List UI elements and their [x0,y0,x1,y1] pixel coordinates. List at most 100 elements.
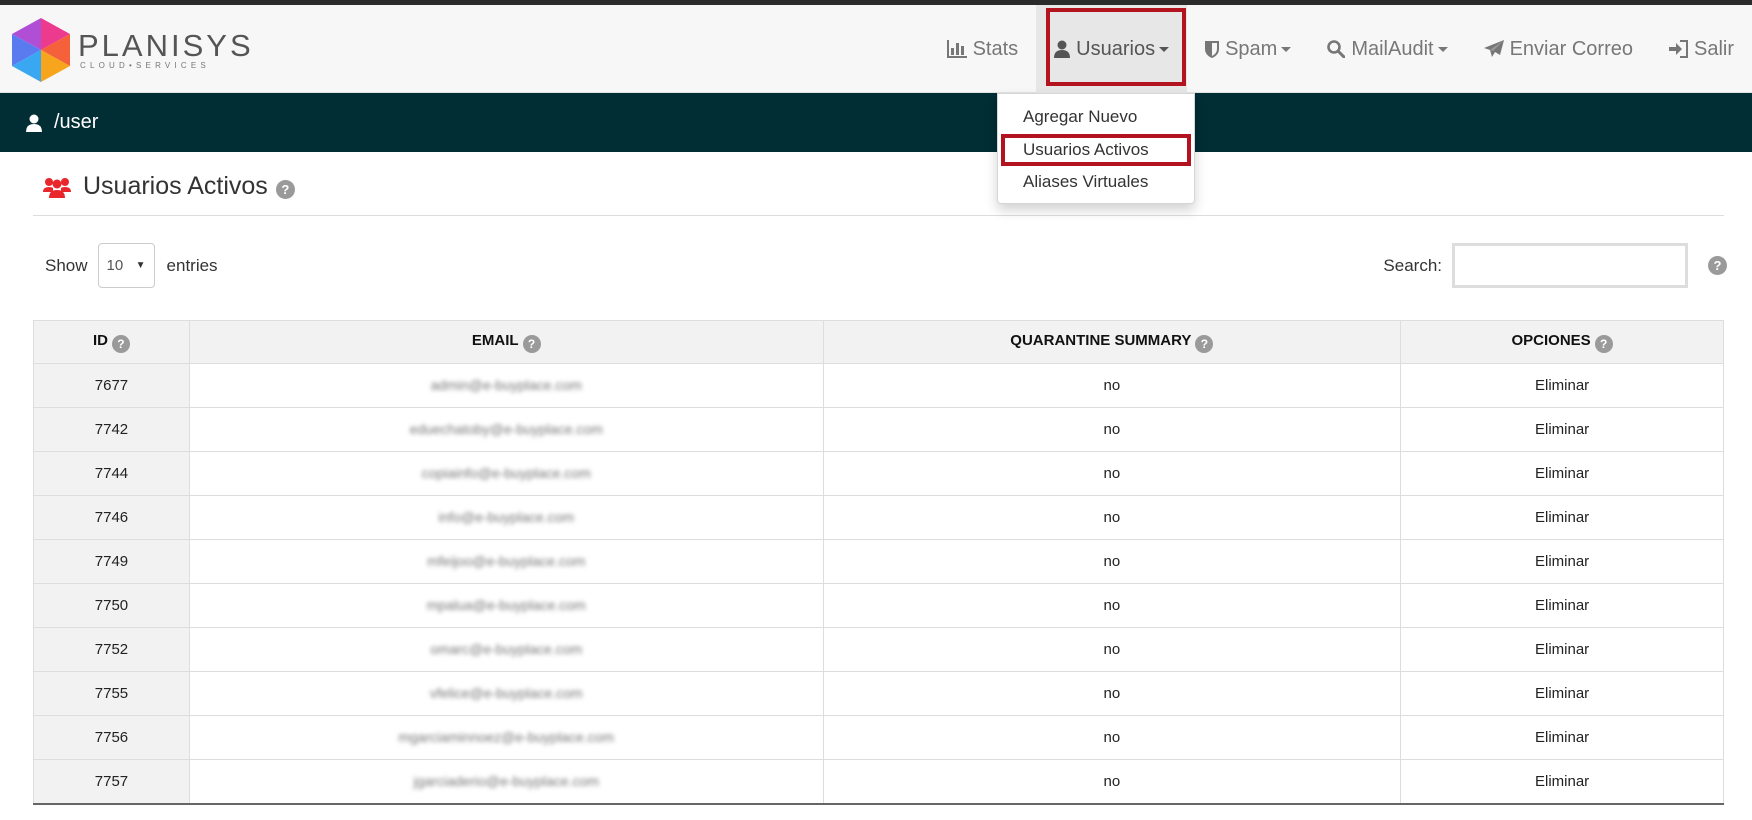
cell-id: 7750 [33,583,190,628]
nav-enviar-label: Enviar Correo [1509,37,1633,60]
table-row: 7746 info@e-buyplace.com no Eliminar [33,495,1724,540]
cell-email: eduechatoby@e-buyplace.com [188,407,824,452]
brand-logo[interactable]: PLANISYS CLOUD•SERVICES [12,18,254,82]
eliminar-link[interactable]: Eliminar [1400,363,1724,408]
user-icon [26,114,42,132]
table-row: 7744 copiainfo@e-buyplace.com no Eliminar [33,451,1724,496]
table-row: 7755 vfelice@e-buyplace.com no Eliminar [33,671,1724,716]
table-row: 7749 mfeijoo@e-buyplace.com no Eliminar [33,539,1724,584]
cell-quarantine: no [822,539,1402,584]
nav-stats[interactable]: Stats [929,5,1037,93]
eliminar-link[interactable]: Eliminar [1400,407,1724,452]
cell-quarantine: no [822,759,1402,805]
search-area: Search: ? [1383,243,1752,288]
cell-quarantine: no [822,671,1402,716]
help-icon[interactable]: ? [275,180,295,199]
nav-enviar-correo[interactable]: Enviar Correo [1466,5,1651,93]
shield-icon [1205,40,1220,58]
help-icon[interactable]: ? [1195,334,1214,353]
column-header-id[interactable]: ID? [33,320,190,364]
cell-email: mpalua@e-buyplace.com [188,583,824,628]
eliminar-link[interactable]: Eliminar [1400,759,1724,805]
show-label: Show [45,255,88,275]
show-entries: Show 10 ▼ entries [45,243,218,288]
page-title: Usuarios Activos [83,172,268,200]
nav-usuarios-label: Usuarios [1076,37,1156,60]
navbar: PLANISYS CLOUD•SERVICES Stats Usuarios S… [0,5,1752,93]
cell-quarantine: no [822,627,1402,672]
table-row: 7742 eduechatoby@e-buyplace.com no Eliminar [33,407,1724,452]
path-bar: /user [0,93,1752,152]
nav-spam[interactable]: Spam [1187,5,1309,93]
caret-down-icon [1281,46,1292,52]
entries-select[interactable]: 10 ▼ [97,243,155,288]
cell-quarantine: no [822,407,1402,452]
eliminar-link[interactable]: Eliminar [1400,583,1724,628]
cell-id: 7755 [33,671,190,716]
cell-id: 7757 [33,759,190,805]
eliminar-link[interactable]: Eliminar [1400,715,1724,760]
user-icon [1054,40,1071,58]
brand-name: PLANISYS [78,28,254,63]
menu-item-agregar-nuevo[interactable]: Agregar Nuevo [998,101,1194,134]
column-header-opciones[interactable]: OPCIONES? [1400,320,1724,364]
cell-email: vfelice@e-buyplace.com [188,671,824,716]
eliminar-link[interactable]: Eliminar [1400,539,1724,584]
cell-quarantine: no [822,363,1402,408]
cell-id: 7744 [33,451,190,496]
hexagon-logo-icon [12,18,70,82]
entries-label: entries [166,255,218,275]
table-row: 7752 omarc@e-buyplace.com no Eliminar [33,627,1724,672]
cell-email: mfeijoo@e-buyplace.com [188,539,824,584]
eliminar-link[interactable]: Eliminar [1400,671,1724,716]
main-nav: Stats Usuarios Spam MailAudit Enviar Cor… [929,5,1752,93]
cell-quarantine: no [822,715,1402,760]
cell-email: copiainfo@e-buyplace.com [188,451,824,496]
cell-id: 7677 [33,363,190,408]
paper-plane-icon [1483,40,1504,58]
search-input[interactable] [1452,243,1688,288]
cell-id: 7752 [33,627,190,672]
nav-salir[interactable]: Salir [1651,5,1752,93]
nav-mailaudit[interactable]: MailAudit [1309,5,1465,93]
nav-spam-label: Spam [1225,37,1278,60]
cell-quarantine: no [822,583,1402,628]
caret-down-icon: ▼ [135,260,146,271]
menu-item-aliases-virtuales[interactable]: Aliases Virtuales [998,166,1194,199]
search-icon [1327,40,1346,58]
cell-id: 7742 [33,407,190,452]
nav-stats-label: Stats [972,37,1019,60]
usuarios-dropdown-menu: Agregar Nuevo Usuarios Activos Aliases V… [997,93,1195,204]
column-header-email[interactable]: EMAIL? [188,320,824,364]
cell-email: omarc@e-buyplace.com [188,627,824,672]
help-icon[interactable]: ? [111,334,130,353]
users-table: ID? EMAIL? QUARANTINE SUMMARY? OPCIONES?… [33,320,1724,805]
help-icon[interactable]: ? [1594,334,1613,353]
nav-usuarios[interactable]: Usuarios [1036,5,1188,93]
menu-item-usuarios-activos[interactable]: Usuarios Activos [1001,133,1191,166]
nav-salir-label: Salir [1693,37,1734,60]
cell-id: 7756 [33,715,190,760]
eliminar-link[interactable]: Eliminar [1400,627,1724,672]
brand-subtitle: CLOUD•SERVICES [80,61,210,70]
page-heading: Usuarios Activos ? [33,172,1724,216]
cell-quarantine: no [822,495,1402,540]
sign-in-icon [1668,40,1688,58]
users-group-icon [43,176,71,198]
eliminar-link[interactable]: Eliminar [1400,451,1724,496]
help-icon[interactable]: ? [1708,256,1727,275]
cell-id: 7746 [33,495,190,540]
entries-value: 10 [106,257,124,274]
help-icon[interactable]: ? [522,334,541,353]
table-header-row: ID? EMAIL? QUARANTINE SUMMARY? OPCIONES? [33,320,1724,364]
column-header-quarantine[interactable]: QUARANTINE SUMMARY? [822,320,1402,364]
eliminar-link[interactable]: Eliminar [1400,495,1724,540]
caret-down-icon [1437,46,1448,52]
search-label: Search: [1383,255,1442,275]
table-row: 7757 jgarciaderio@e-buyplace.com no Elimina… [33,759,1724,805]
nav-mailaudit-label: MailAudit [1351,37,1434,60]
caret-down-icon [1159,46,1170,52]
bar-chart-icon [946,40,967,58]
cell-email: jgarciaderio@e-buyplace.com [188,759,824,805]
table-body: 7677 admin@e-buyplace.com no Eliminar 7742 e… [33,363,1724,805]
